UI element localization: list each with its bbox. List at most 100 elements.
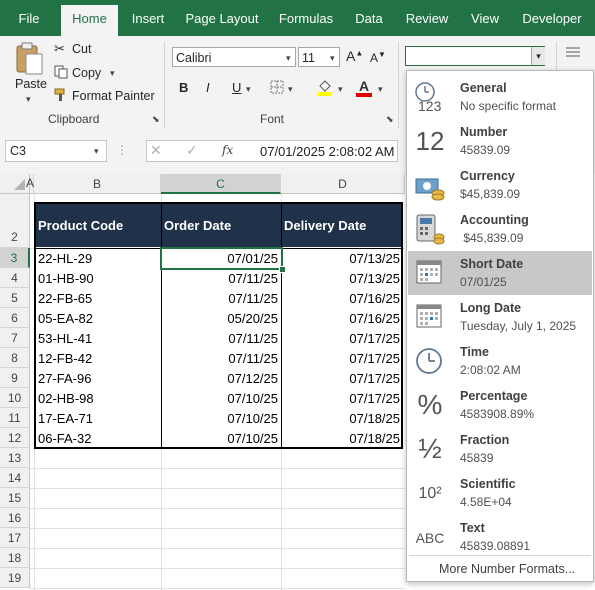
tab-review[interactable]: Review — [398, 0, 456, 36]
italic-button[interactable]: I — [206, 80, 210, 95]
row-header-15[interactable]: 15 — [0, 488, 30, 508]
underline-button[interactable]: U — [232, 80, 241, 95]
number-format-combo[interactable] — [405, 46, 545, 66]
row-header-3[interactable]: 3 — [0, 248, 30, 268]
cell-product-code[interactable]: 01-HB-90 — [38, 269, 160, 289]
format-painter-button[interactable]: Format Painter — [72, 89, 155, 103]
cell-order-date[interactable]: 07/11/25 — [162, 269, 278, 289]
row-header-2[interactable]: 2 — [0, 194, 30, 248]
format-option-currency[interactable]: Currency $45,839.09 — [408, 163, 592, 207]
format-option-scientific[interactable]: 10² Scientific 4.58E+04 — [408, 471, 592, 515]
row-header-11[interactable]: 11 — [0, 408, 30, 428]
row-header-16[interactable]: 16 — [0, 508, 30, 528]
row-header-14[interactable]: 14 — [0, 468, 30, 488]
cell-delivery-date[interactable]: 07/18/25 — [282, 429, 400, 449]
cell-order-date[interactable]: 07/11/25 — [162, 289, 278, 309]
row-header-9[interactable]: 9 — [0, 368, 30, 388]
tab-view[interactable]: View — [464, 0, 506, 36]
cell-delivery-date[interactable]: 07/17/25 — [282, 389, 400, 409]
cell-product-code[interactable]: 22-FB-65 — [38, 289, 160, 309]
cell-order-date[interactable]: 07/10/25 — [162, 429, 278, 449]
fill-color-icon[interactable] — [316, 78, 334, 99]
cut-icon[interactable]: ✂ — [54, 41, 65, 57]
column-header-d[interactable]: D — [281, 174, 405, 194]
tab-insert[interactable]: Insert — [124, 0, 172, 36]
font-color-button[interactable]: A — [356, 78, 372, 98]
borders-dropdown-icon[interactable]: ▾ — [288, 84, 293, 95]
row-header-13[interactable]: 13 — [0, 448, 30, 468]
tab-file[interactable]: File — [8, 0, 50, 36]
cell-delivery-date[interactable]: 07/16/25 — [282, 289, 400, 309]
fill-color-dropdown-icon[interactable]: ▾ — [338, 84, 343, 95]
cell-order-date[interactable]: 05/20/25 — [162, 309, 278, 329]
cell-delivery-date[interactable]: 07/17/25 — [282, 369, 400, 389]
decrease-font-size-icon[interactable]: A▼ — [370, 50, 386, 65]
column-header-b[interactable]: B — [34, 174, 161, 194]
copy-dropdown-icon[interactable]: ▾ — [110, 68, 115, 79]
tab-data[interactable]: Data — [348, 0, 390, 36]
more-number-formats-link[interactable]: More Number Formats... — [439, 562, 575, 576]
cell-product-code[interactable]: 06-FA-32 — [38, 429, 160, 449]
paste-icon[interactable] — [14, 42, 46, 78]
cell-product-code[interactable]: 27-FA-96 — [38, 369, 160, 389]
font-size-dropdown-icon[interactable]: ▾ — [330, 53, 335, 64]
cell-product-code[interactable]: 05-EA-82 — [38, 309, 160, 329]
header-order-date[interactable]: Order Date — [164, 216, 280, 236]
bold-button[interactable]: B — [179, 80, 188, 95]
header-product-code[interactable]: Product Code — [38, 216, 160, 236]
name-box-dropdown-icon[interactable]: ▾ — [94, 146, 99, 157]
cell-delivery-date[interactable]: 07/18/25 — [282, 409, 400, 429]
underline-dropdown-icon[interactable]: ▾ — [246, 84, 251, 95]
paste-dropdown-icon[interactable]: ▾ — [26, 94, 31, 105]
row-header-18[interactable]: 18 — [0, 548, 30, 568]
paste-button[interactable]: Paste — [15, 77, 47, 91]
cell-delivery-date[interactable]: 07/13/25 — [282, 249, 400, 269]
format-option-time[interactable]: Time 2:08:02 AM — [408, 339, 592, 383]
row-header-10[interactable]: 10 — [0, 388, 30, 408]
row-header-5[interactable]: 5 — [0, 288, 30, 308]
cell-order-date[interactable]: 07/10/25 — [162, 389, 278, 409]
cell-product-code[interactable]: 17-EA-71 — [38, 409, 160, 429]
font-name-combo[interactable]: Calibri — [172, 47, 296, 67]
fill-handle[interactable] — [279, 266, 286, 273]
format-option-number[interactable]: 12 Number 45839.09 — [408, 119, 592, 163]
cell-product-code[interactable]: 22-HL-29 — [38, 249, 160, 269]
format-option-accounting[interactable]: Accounting $45,839.09 — [408, 207, 592, 251]
cell-order-date[interactable]: 07/12/25 — [162, 369, 278, 389]
font-name-dropdown-icon[interactable]: ▾ — [286, 53, 291, 64]
enter-icon[interactable]: ✓ — [186, 142, 198, 159]
column-header-c[interactable]: C — [161, 174, 281, 194]
format-painter-icon[interactable] — [54, 88, 69, 105]
cell-order-date[interactable]: 07/11/25 — [162, 349, 278, 369]
row-header-12[interactable]: 12 — [0, 428, 30, 448]
cell-delivery-date[interactable]: 07/16/25 — [282, 309, 400, 329]
cell-order-date[interactable]: 07/10/25 — [162, 409, 278, 429]
increase-font-size-icon[interactable]: A▲ — [346, 48, 363, 64]
number-format-dropdown-icon[interactable]: ▾ — [531, 47, 545, 65]
row-header-6[interactable]: 6 — [0, 308, 30, 328]
format-option-text[interactable]: ABC Text 45839.08891 — [408, 515, 592, 559]
cell-product-code[interactable]: 53-HL-41 — [38, 329, 160, 349]
row-header-8[interactable]: 8 — [0, 348, 30, 368]
clipboard-launcher-icon[interactable]: ⬊ — [152, 114, 160, 125]
tab-formulas[interactable]: Formulas — [272, 0, 340, 36]
align-icon[interactable] — [566, 46, 580, 61]
row-header-7[interactable]: 7 — [0, 328, 30, 348]
format-option-fraction[interactable]: ½ Fraction 45839 — [408, 427, 592, 471]
insert-function-icon[interactable]: fx — [222, 143, 233, 157]
borders-icon[interactable] — [270, 80, 284, 97]
cell-delivery-date[interactable]: 07/13/25 — [282, 269, 400, 289]
cell-order-date[interactable]: 07/11/25 — [162, 329, 278, 349]
cell-delivery-date[interactable]: 07/17/25 — [282, 329, 400, 349]
cell-product-code[interactable]: 02-HB-98 — [38, 389, 160, 409]
cell-product-code[interactable]: 12-FB-42 — [38, 349, 160, 369]
tab-home[interactable]: Home — [61, 5, 118, 36]
tab-page-layout[interactable]: Page Layout — [180, 0, 264, 36]
copy-button[interactable]: Copy — [72, 66, 101, 80]
cut-button[interactable]: Cut — [72, 42, 91, 56]
format-option-general[interactable]: 123 General No specific format — [408, 75, 592, 119]
cancel-icon[interactable]: ✕ — [150, 142, 162, 159]
format-option-short-date[interactable]: Short Date 07/01/25 — [408, 251, 592, 295]
row-header-19[interactable]: 19 — [0, 568, 30, 588]
row-header-17[interactable]: 17 — [0, 528, 30, 548]
